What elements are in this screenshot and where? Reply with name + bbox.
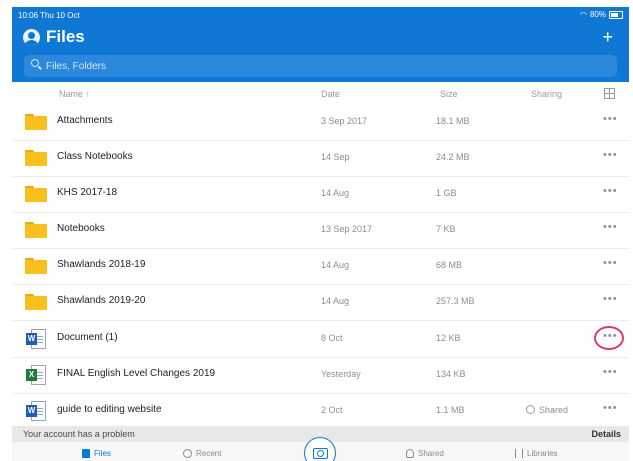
file-size: 12 KB	[436, 333, 461, 343]
status-time: 10:06 Thu 10 Oct	[18, 11, 80, 20]
tab-files[interactable]: Files	[82, 449, 111, 458]
folder-icon	[25, 258, 47, 274]
file-icon	[82, 449, 90, 458]
status-bar: 10:06 Thu 10 Oct ◠ 80%	[12, 7, 629, 23]
search-input[interactable]	[46, 55, 606, 77]
file-name: Shawlands 2019-20	[57, 295, 146, 306]
battery-icon	[609, 10, 623, 19]
more-options-icon[interactable]: •••	[603, 293, 618, 305]
tab-recent-label: Recent	[196, 449, 222, 458]
file-name: KHS 2017-18	[57, 187, 118, 198]
sharing-status: Shared	[526, 405, 568, 415]
file-name: Document (1)	[57, 332, 118, 343]
folder-icon	[25, 114, 47, 130]
grid-view-icon[interactable]	[604, 88, 615, 99]
more-options-icon[interactable]: •••	[603, 366, 618, 378]
battery-percent: 80%	[589, 10, 606, 19]
tab-shared-label: Shared	[418, 449, 444, 458]
file-row[interactable]: Attachments 3 Sep 2017 18.1 MB •••	[12, 104, 629, 141]
banner-message: Your account has a problem	[23, 429, 135, 439]
shared-icon	[526, 405, 535, 414]
camera-icon	[313, 448, 328, 459]
wifi-icon: ◠	[580, 10, 587, 19]
people-icon	[406, 449, 414, 458]
column-date[interactable]: Date	[321, 89, 340, 99]
folder-icon	[25, 186, 47, 202]
file-date: 3 Sep 2017	[321, 116, 368, 126]
file-name: Attachments	[57, 115, 113, 126]
file-size: 18.1 MB	[436, 116, 470, 126]
annotation-circle	[594, 326, 624, 350]
file-name: Notebooks	[57, 223, 105, 234]
column-sharing[interactable]: Sharing	[531, 89, 562, 99]
folder-icon	[25, 150, 47, 166]
more-options-icon[interactable]: •••	[603, 185, 618, 197]
folder-icon	[25, 222, 47, 238]
excel-doc-icon: X	[26, 365, 47, 385]
file-size: 134 KB	[436, 369, 466, 379]
tab-libraries-label: Libraries	[527, 449, 558, 458]
file-date: 14 Aug	[321, 188, 350, 198]
scan-button[interactable]	[304, 437, 336, 461]
file-name: Shawlands 2018-19	[57, 259, 146, 270]
file-name: FINAL English Level Changes 2019	[57, 368, 216, 379]
tab-files-label: Files	[94, 449, 111, 458]
file-size: 24.2 MB	[436, 152, 470, 162]
file-row[interactable]: W guide to editing website 2 Oct 1.1 MB …	[12, 393, 629, 430]
sharing-label: Shared	[539, 405, 569, 415]
file-size: 1 GB	[436, 188, 457, 198]
file-name: Class Notebooks	[57, 151, 133, 162]
avatar-head	[28, 32, 35, 39]
more-options-icon[interactable]: •••	[603, 257, 618, 269]
file-size: 257.3 MB	[436, 296, 475, 306]
column-header: Name ↑ Date Size Sharing	[12, 83, 629, 104]
file-size: 1.1 MB	[436, 405, 465, 415]
files-screen: 10:06 Thu 10 Oct ◠ 80% Files + Name ↑ Da…	[12, 7, 629, 461]
file-size: 7 KB	[436, 224, 456, 234]
file-row[interactable]: Notebooks 13 Sep 2017 7 KB •••	[12, 212, 629, 249]
avatar[interactable]	[23, 29, 40, 46]
file-row[interactable]: Class Notebooks 14 Sep 24.2 MB •••	[12, 140, 629, 177]
file-row[interactable]: KHS 2017-18 14 Aug 1 GB •••	[12, 176, 629, 213]
tab-recent[interactable]: Recent	[183, 449, 221, 458]
file-name: guide to editing website	[57, 404, 162, 415]
word-doc-icon: W	[26, 401, 47, 421]
file-date: 14 Sep	[321, 152, 350, 162]
details-button[interactable]: Details	[591, 429, 621, 439]
more-options-icon[interactable]: •••	[603, 149, 618, 161]
file-date: 8 Oct	[321, 333, 343, 343]
clock-icon	[183, 449, 192, 458]
search-bar[interactable]	[24, 55, 617, 77]
more-options-icon[interactable]: •••	[603, 113, 618, 125]
tab-libraries[interactable]: Libraries	[515, 449, 558, 458]
file-row[interactable]: W Document (1) 8 Oct 12 KB •••	[12, 321, 629, 358]
column-name-sort[interactable]: Name ↑	[59, 89, 90, 99]
more-options-icon[interactable]: •••	[603, 402, 618, 414]
header: 10:06 Thu 10 Oct ◠ 80% Files +	[12, 7, 629, 82]
library-icon	[515, 449, 523, 458]
search-icon	[31, 59, 39, 67]
folder-icon	[25, 294, 47, 310]
file-row[interactable]: Shawlands 2018-19 14 Aug 68 MB •••	[12, 248, 629, 285]
file-row[interactable]: Shawlands 2019-20 14 Aug 257.3 MB •••	[12, 284, 629, 321]
add-icon[interactable]: +	[602, 27, 613, 48]
page-title: Files	[46, 27, 85, 46]
app-frame: 10:06 Thu 10 Oct ◠ 80% Files + Name ↑ Da…	[0, 0, 633, 461]
more-options-icon[interactable]: •••	[603, 221, 618, 233]
file-date: Yesterday	[321, 369, 361, 379]
file-date: 14 Aug	[321, 260, 350, 270]
status-indicators: ◠ 80%	[580, 10, 623, 19]
tab-shared[interactable]: Shared	[406, 449, 444, 458]
file-date: 14 Aug	[321, 296, 350, 306]
avatar-body	[25, 40, 38, 46]
file-date: 2 Oct	[321, 405, 343, 415]
file-row[interactable]: X FINAL English Level Changes 2019 Yeste…	[12, 357, 629, 394]
column-size[interactable]: Size	[440, 89, 458, 99]
file-date: 13 Sep 2017	[321, 224, 373, 234]
word-doc-icon: W	[26, 329, 47, 349]
file-size: 68 MB	[436, 260, 463, 270]
